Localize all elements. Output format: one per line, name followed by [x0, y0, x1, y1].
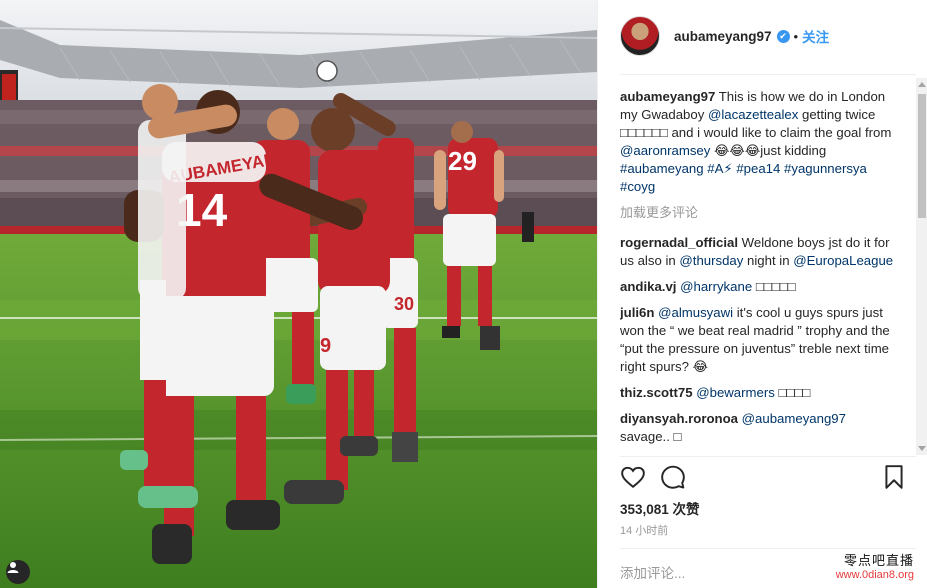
comment-username[interactable]: diyansyah.roronoa — [620, 411, 738, 426]
action-bar — [620, 464, 908, 492]
caption-text: This is how we do in London my Gwadaboy … — [620, 89, 891, 194]
comment-item: diyansyah.roronoa @aubameyang97 savage..… — [620, 410, 896, 446]
add-comment-input[interactable]: 添加评论... — [620, 562, 685, 582]
svg-text:30: 30 — [394, 294, 414, 314]
comment-username[interactable]: andika.vj — [620, 279, 676, 294]
comment-username[interactable]: rogernadal_official — [620, 235, 738, 250]
watermark-name: 零点吧直播 — [843, 553, 914, 568]
header-username[interactable]: aubameyang97 — [674, 29, 772, 44]
speech-bubble-icon[interactable] — [660, 464, 686, 495]
header-divider — [620, 74, 916, 75]
mention-link[interactable]: @bewarmers — [696, 385, 775, 400]
comment-item: rogernadal_official Weldone boys jst do … — [620, 234, 896, 270]
scroll-up-arrow-icon[interactable] — [918, 82, 926, 87]
separator-dot: • — [793, 28, 799, 44]
comment-item: andika.vj @harrykane □□□□□ — [620, 278, 896, 296]
likes-count[interactable]: 353,081 次赞 — [620, 498, 700, 518]
follow-button[interactable]: 关注 — [802, 26, 829, 46]
comment-text: 😂😂😂just kidding — [710, 143, 827, 158]
comment-text: □□□□ — [774, 385, 811, 400]
scroll-down-arrow-icon[interactable] — [918, 446, 926, 451]
comment-divider — [620, 548, 916, 549]
mention-link[interactable]: #yagunnersya — [784, 161, 867, 176]
caption: aubameyang97 This is how we do in London… — [620, 88, 896, 196]
svg-text:9: 9 — [320, 335, 331, 357]
watermark: 零点吧直播 www.0dian8.org — [836, 550, 914, 581]
verified-badge-icon: ✔ — [776, 29, 790, 43]
post-header: aubameyang97 ✔ • 关注 — [620, 16, 927, 56]
mention-link[interactable]: @almusyawi — [658, 305, 733, 320]
comment-username[interactable]: thiz.scott75 — [620, 385, 693, 400]
mention-link[interactable]: @aubameyang97 — [742, 411, 846, 426]
post-image: 29 30 9 AUBAMEYANG 14 — [0, 0, 597, 588]
caption-username[interactable]: aubameyang97 — [620, 89, 715, 104]
load-more-comments-button[interactable]: 加载更多评论 — [620, 204, 896, 222]
comments-list[interactable]: aubameyang97 This is how we do in London… — [620, 88, 896, 454]
mention-link[interactable]: @EuropaLeague — [793, 253, 893, 268]
post-photo[interactable]: 29 30 9 AUBAMEYANG 14 — [0, 0, 597, 588]
comment-item: juli6n @almusyawi it's cool u guys spurs… — [620, 304, 896, 376]
comment-text: □□□□□ — [752, 279, 796, 294]
comment-items: rogernadal_official Weldone boys jst do … — [620, 234, 896, 446]
mention-link[interactable]: #A⚡ — [707, 161, 732, 176]
post-side-panel: aubameyang97 ✔ • 关注 aubameyang97 This is… — [597, 0, 927, 588]
svg-text:29: 29 — [448, 146, 477, 176]
mention-link[interactable]: #coyg — [620, 179, 655, 194]
comments-scrollbar[interactable] — [916, 78, 927, 455]
mention-link[interactable]: @thursday — [679, 253, 743, 268]
mention-link[interactable]: #aubameyang — [620, 161, 704, 176]
avatar[interactable] — [620, 16, 660, 56]
actions-divider — [620, 456, 916, 457]
comment-username[interactable]: juli6n — [620, 305, 654, 320]
mention-link[interactable]: @aaronramsey — [620, 143, 710, 158]
heart-icon[interactable] — [620, 464, 646, 495]
mention-link[interactable]: @lacazettealex — [708, 107, 798, 122]
post-timestamp[interactable]: 14 小时前 — [620, 522, 668, 538]
mention-link[interactable]: #pea14 — [736, 161, 780, 176]
watermark-url: www.0dian8.org — [835, 569, 914, 581]
mention-link[interactable]: @harrykane — [680, 279, 752, 294]
scroll-thumb[interactable] — [918, 94, 926, 218]
comment-item: thiz.scott75 @bewarmers □□□□ — [620, 384, 896, 402]
bookmark-icon[interactable] — [882, 464, 906, 495]
user-tag-icon[interactable] — [6, 560, 30, 584]
comment-text: night in — [743, 253, 794, 268]
comment-text: savage.. □ — [620, 429, 682, 444]
